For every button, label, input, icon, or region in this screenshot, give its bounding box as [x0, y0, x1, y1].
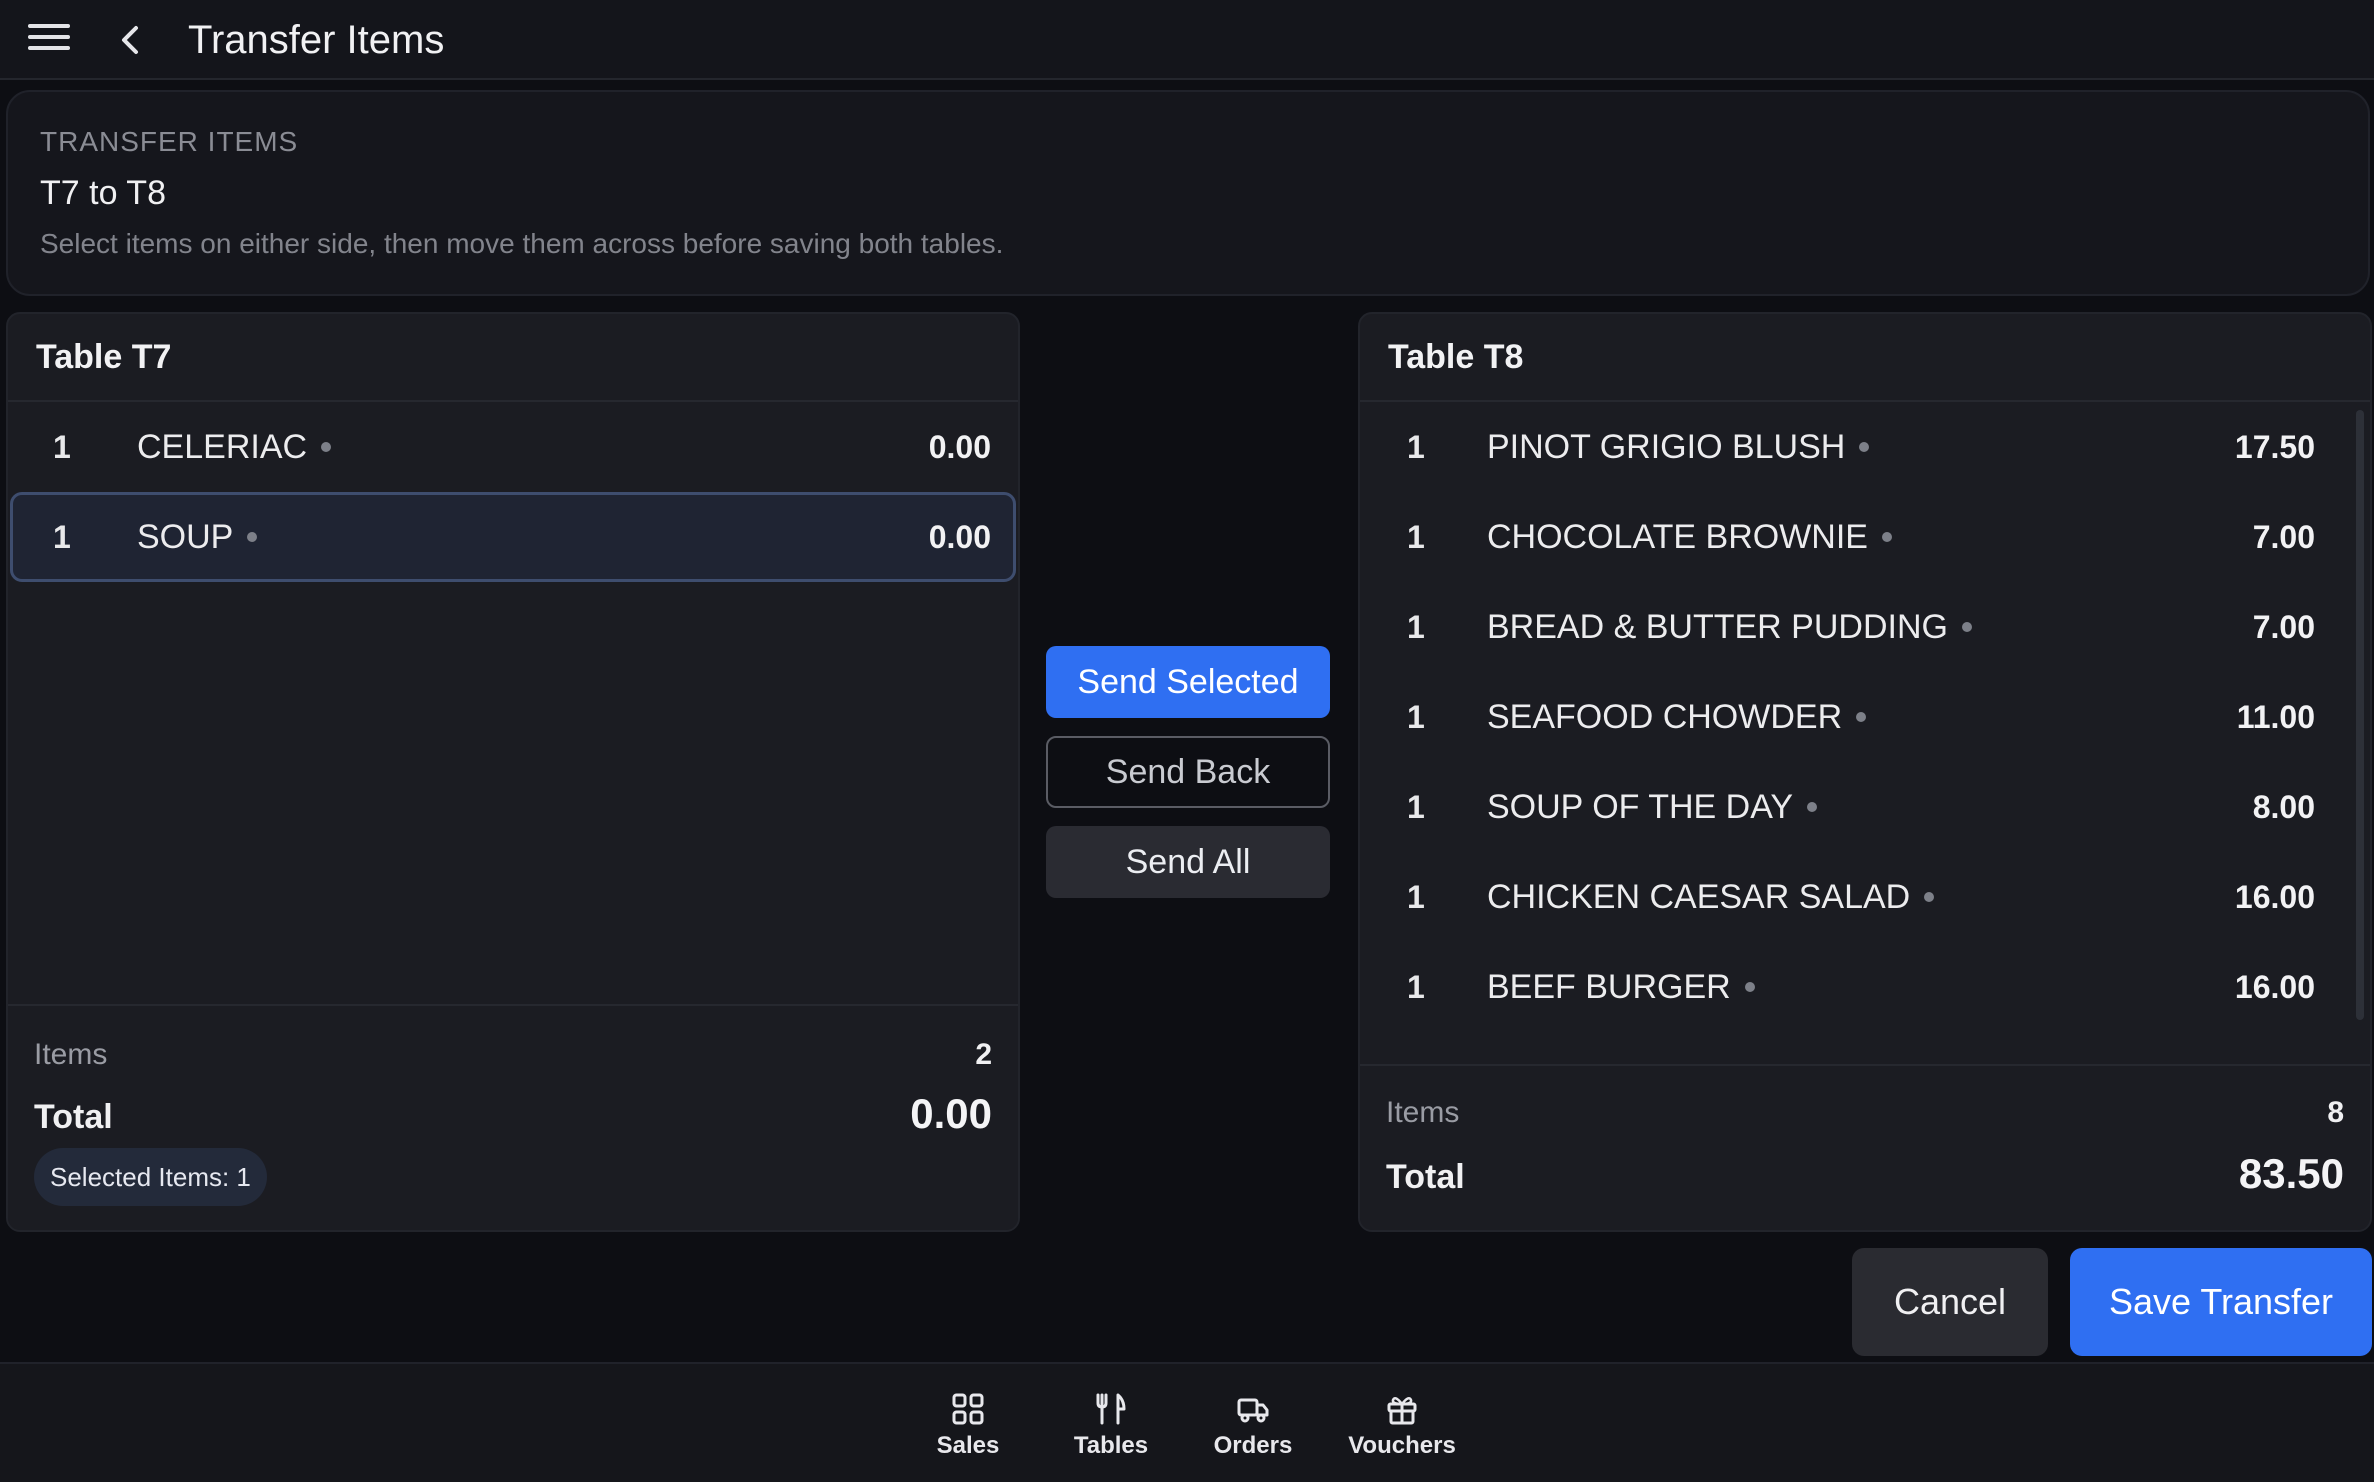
item-quantity: 1 [1407, 788, 1425, 825]
total-label: Total [1386, 1158, 1465, 1196]
item-price: 16.00 [2234, 878, 2315, 915]
nav-vouchers[interactable]: Vouchers [1342, 1392, 1462, 1460]
nav-orders[interactable]: Orders [1193, 1392, 1313, 1460]
item-price: 0.00 [928, 428, 991, 465]
status-dot-icon [1744, 982, 1755, 992]
source-table-summary: Items 2 Total 0.00 Selected Items: 1 [8, 1004, 1018, 1230]
item-name: SOUP OF THE DAY [1487, 787, 1794, 826]
order-item-row[interactable]: 1 SOUP 0.00 [10, 492, 1016, 582]
item-name: SOUP [137, 517, 234, 556]
item-name: CELERIAC [137, 427, 308, 466]
item-name: BREAD & BUTTER PUDDING [1487, 607, 1948, 646]
item-name-wrap: PINOT GRIGIO BLUSH [1487, 427, 1870, 467]
order-item-row[interactable]: 1 BEEF BURGER 16.00 [1362, 942, 2368, 1032]
chevron-left-icon[interactable] [112, 18, 152, 62]
item-price: 17.50 [2234, 428, 2315, 465]
bottom-navigation: Sales Tables Orders Vouchers [0, 1362, 2374, 1482]
top-app-bar: Transfer Items [0, 0, 2374, 80]
destination-table-panel: Table T8 1 PINOT GRIGIO BLUSH 17.50 1 CHOCOL… [1358, 312, 2372, 1232]
item-list-scrollbar[interactable] [2356, 410, 2364, 1020]
send-back-button[interactable]: Send Back [1046, 736, 1330, 808]
item-name-wrap: SOUP OF THE DAY [1487, 787, 1818, 827]
order-item-row[interactable]: 1 BREAD & BUTTER PUDDING 7.00 [1362, 582, 2368, 672]
item-name: PINOT GRIGIO BLUSH [1487, 427, 1846, 466]
nav-tables[interactable]: Tables [1051, 1392, 1171, 1460]
transfer-route: T7 to T8 [40, 174, 166, 212]
item-name-wrap: BEEF BURGER [1487, 968, 1755, 1007]
transfer-info-card: TRANSFER ITEMS T7 to T8 Select items on … [6, 90, 2370, 296]
item-name: BEEF BURGER [1487, 967, 1731, 1006]
status-dot-icon [1856, 712, 1867, 722]
source-table-panel: Table T7 1 CELERIAC 0.00 1 SOUP 0.00 Items 2 … [6, 312, 1020, 1232]
item-quantity: 1 [1407, 878, 1425, 915]
order-item-row[interactable]: 1 CHOCOLATE BROWNIE 7.00 [1362, 492, 2368, 582]
status-dot-icon [247, 532, 258, 542]
send-selected-button[interactable]: Send Selected [1046, 646, 1330, 718]
item-quantity: 1 [1407, 698, 1425, 735]
total-value: 83.50 [2238, 1150, 2344, 1197]
item-quantity: 1 [1407, 428, 1425, 465]
item-name: CHICKEN CAESAR SALAD [1487, 877, 1911, 916]
status-dot-icon [1924, 892, 1935, 902]
source-table-title: Table T7 [8, 314, 1018, 402]
items-count: 2 [975, 1038, 992, 1071]
send-all-button[interactable]: Send All [1046, 826, 1330, 898]
status-dot-icon [1859, 442, 1870, 452]
item-price: 7.00 [2252, 608, 2315, 645]
source-item-list: 1 CELERIAC 0.00 1 SOUP 0.00 [8, 402, 1018, 1002]
cancel-button[interactable]: Cancel [1852, 1248, 2048, 1356]
items-label: Items [1386, 1096, 1460, 1129]
item-quantity: 1 [1407, 968, 1425, 1005]
item-price: 7.00 [2252, 518, 2315, 555]
nav-label: Sales [936, 1432, 1000, 1459]
item-quantity: 1 [53, 428, 71, 465]
item-name: SEAFOOD CHOWDER [1487, 697, 1843, 736]
order-item-row[interactable]: 1 CELERIAC 0.00 [10, 402, 1016, 492]
item-name-wrap: BREAD & BUTTER PUDDING [1487, 608, 1972, 647]
item-price: 0.00 [928, 518, 991, 555]
item-quantity: 1 [1407, 608, 1425, 645]
menu-icon[interactable] [28, 24, 70, 56]
item-name-wrap: CHICKEN CAESAR SALAD [1487, 877, 1935, 917]
order-item-row[interactable]: 1 PINOT GRIGIO BLUSH 17.50 [1362, 402, 2368, 492]
items-label: Items [34, 1038, 108, 1071]
modifier-row[interactable]: 1EXTRA CHEESE1.00 [1362, 1032, 2368, 1065]
status-dot-icon [321, 442, 332, 452]
status-dot-icon [1807, 802, 1818, 812]
order-item-row[interactable]: 1 SEAFOOD CHOWDER 11.00 [1362, 672, 2368, 762]
item-name-wrap: SEAFOOD CHOWDER [1487, 697, 1867, 737]
item-price: 16.00 [2234, 968, 2315, 1005]
destination-item-list: 1 PINOT GRIGIO BLUSH 17.50 1 CHOCOLATE BROWN… [1360, 402, 2370, 1065]
grid-icon [952, 1393, 984, 1425]
order-item-row[interactable]: 1 SOUP OF THE DAY 8.00 [1362, 762, 2368, 852]
destination-table-summary: Items 8 Total 83.50 [1360, 1064, 2370, 1230]
cutlery-icon [1096, 1393, 1126, 1425]
status-dot-icon [1881, 532, 1892, 542]
delivery-truck-icon [1237, 1398, 1269, 1423]
item-name-wrap: SOUP [137, 517, 258, 557]
nav-label: Vouchers [1348, 1432, 1456, 1459]
item-quantity: 1 [1407, 518, 1425, 555]
nav-sales[interactable]: Sales [908, 1392, 1028, 1460]
section-eyebrow: TRANSFER ITEMS [40, 126, 299, 157]
save-transfer-button[interactable]: Save Transfer [2070, 1248, 2372, 1356]
destination-table-title: Table T8 [1360, 314, 2370, 402]
item-name-wrap: CELERIAC [137, 427, 332, 467]
selected-items-badge: Selected Items: 1 [34, 1148, 267, 1206]
status-dot-icon [1961, 622, 1972, 632]
page-title: Transfer Items [188, 18, 445, 62]
total-value: 0.00 [910, 1090, 992, 1137]
nav-label: Tables [1073, 1432, 1149, 1459]
item-name-wrap: CHOCOLATE BROWNIE [1487, 518, 1892, 557]
items-count: 8 [2327, 1096, 2344, 1129]
item-quantity: 1 [53, 518, 71, 555]
total-label: Total [34, 1098, 113, 1136]
item-name: CHOCOLATE BROWNIE [1487, 517, 1868, 556]
nav-label: Orders [1213, 1432, 1293, 1459]
transfer-hint: Select items on either side, then move t… [40, 228, 1004, 259]
order-item-row[interactable]: 1 CHICKEN CAESAR SALAD 16.00 [1362, 852, 2368, 942]
item-price: 11.00 [2236, 698, 2315, 735]
gift-icon [1387, 1396, 1417, 1425]
item-price: 8.00 [2252, 788, 2315, 825]
